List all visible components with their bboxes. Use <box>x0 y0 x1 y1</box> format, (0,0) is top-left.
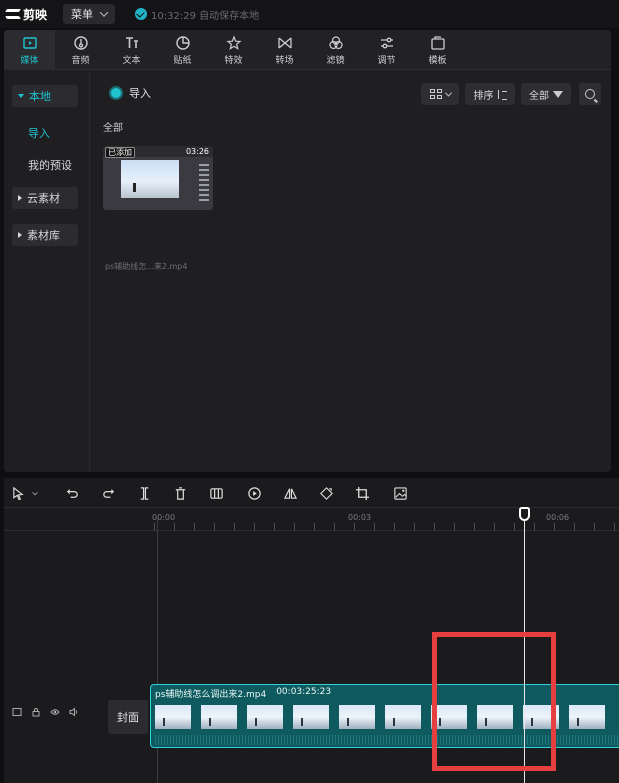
ruler-label-0: 00:00 <box>152 513 176 522</box>
filter-icon <box>328 35 344 51</box>
transition-icon <box>277 35 293 51</box>
media-content: 导入 排序 全部 全部 已添加 03:26 ps辅助线怎...来2.mp4 <box>91 71 611 472</box>
tab-transition[interactable]: 转场 <box>259 30 310 70</box>
tab-template[interactable]: 模板 <box>412 30 463 70</box>
undo-icon[interactable] <box>64 485 80 501</box>
adjust-icon <box>379 35 395 51</box>
category-tabbar: 媒体 音频 文本 贴纸 特效 转场 滤镜 调节 模板 <box>4 30 611 70</box>
app-name: 剪映 <box>23 7 48 22</box>
freeze-frame-icon[interactable] <box>208 485 224 501</box>
timeline-toolbar <box>4 478 619 508</box>
clip-frame <box>339 705 375 729</box>
text-icon <box>124 35 140 51</box>
clip-frame <box>385 705 421 729</box>
speaker-icon[interactable] <box>69 707 79 717</box>
sticker-icon <box>175 35 191 51</box>
template-icon <box>430 35 446 51</box>
thumbnail-sidebar <box>199 164 209 204</box>
tab-text[interactable]: 文本 <box>106 30 157 70</box>
split-icon[interactable] <box>136 485 152 501</box>
media-duration: 03:26 <box>185 147 209 156</box>
chevron-down-icon[interactable] <box>30 485 40 501</box>
tab-filter[interactable]: 滤镜 <box>310 30 361 70</box>
view-mode-button[interactable] <box>421 83 459 105</box>
caret-right-icon <box>18 232 22 238</box>
select-tool-icon[interactable] <box>10 485 26 501</box>
sort-icon <box>497 89 507 100</box>
clip-frame <box>293 705 329 729</box>
image-adjust-icon[interactable] <box>392 485 408 501</box>
play-reverse-icon[interactable] <box>246 485 262 501</box>
import-dot-icon <box>111 88 121 98</box>
ruler-label-6: 00:06 <box>546 513 570 522</box>
grid-view-icon <box>429 89 442 99</box>
section-label-all: 全部 <box>103 123 123 134</box>
media-thumbnail[interactable]: 已添加 03:26 <box>103 146 213 210</box>
audio-icon <box>73 35 89 51</box>
effects-icon <box>225 34 242 51</box>
autosave-text: 10:32:29 自动保存本地 <box>151 10 260 22</box>
media-icon <box>22 35 38 51</box>
capcut-logo-icon <box>6 8 20 20</box>
added-badge: 已添加 <box>105 147 135 158</box>
tab-media[interactable]: 媒体 <box>4 30 55 70</box>
funnel-icon <box>553 90 563 98</box>
mirror-icon[interactable] <box>282 485 298 501</box>
highlight-annotation <box>432 632 556 771</box>
clip-frame <box>201 705 237 729</box>
delete-icon[interactable] <box>172 485 188 501</box>
title-bar: 剪映 菜单 10:32:29 自动保存本地 <box>0 0 619 28</box>
media-filename: ps辅助线怎...来2.mp4 <box>105 262 188 271</box>
search-icon <box>585 89 595 99</box>
clip-frame <box>569 705 605 729</box>
ruler-label-3: 00:03 <box>348 513 372 522</box>
caret-right-icon <box>18 195 22 201</box>
tab-adjust[interactable]: 调节 <box>361 30 412 70</box>
clip-name: ps辅助线怎么调出来2.mp4 <box>155 690 267 700</box>
clip-header: ps辅助线怎么调出来2.mp4 00:03:25:23 <box>155 687 331 700</box>
track-cover-icon[interactable] <box>12 707 22 717</box>
tab-sticker[interactable]: 贴纸 <box>157 30 208 70</box>
tab-effects[interactable]: 特效 <box>208 30 259 70</box>
thumbnail-preview <box>121 160 179 198</box>
sidebar-item-import[interactable]: 导入 <box>28 125 50 141</box>
clip-frame <box>155 705 191 729</box>
app-logo: 剪映 <box>6 6 47 23</box>
sidebar-item-local[interactable]: 本地 <box>12 85 78 107</box>
import-button[interactable]: 导入 <box>111 85 151 101</box>
clip-frame <box>247 705 283 729</box>
menu-label: 菜单 <box>71 8 94 21</box>
search-button[interactable] <box>579 83 601 105</box>
filter-button[interactable]: 全部 <box>521 83 571 105</box>
media-panel: 媒体 音频 文本 贴纸 特效 转场 滤镜 调节 模板 本地 导入 我的预设 云素… <box>4 30 611 472</box>
sidebar-item-my-presets[interactable]: 我的预设 <box>28 157 72 173</box>
sort-button[interactable]: 排序 <box>465 83 515 105</box>
media-sidebar: 本地 导入 我的预设 云素材 素材库 <box>4 71 90 472</box>
clip-duration: 00:03:25:23 <box>276 687 332 697</box>
lock-icon[interactable] <box>31 707 41 717</box>
ruler-ticks <box>154 523 619 531</box>
sidebar-item-cloud[interactable]: 云素材 <box>12 187 78 209</box>
cover-button[interactable]: 封面 <box>108 700 148 734</box>
chevron-down-icon <box>99 8 109 17</box>
eye-icon[interactable] <box>50 707 60 717</box>
track-controls <box>12 707 79 717</box>
crop-icon[interactable] <box>354 485 370 501</box>
redo-icon[interactable] <box>100 485 116 501</box>
check-circle-icon <box>135 8 148 20</box>
sidebar-item-library[interactable]: 素材库 <box>12 224 78 246</box>
rotate-icon[interactable] <box>318 485 334 501</box>
chevron-down-icon <box>444 89 452 97</box>
menu-button[interactable]: 菜单 <box>63 4 116 24</box>
autosave-status: 10:32:29 自动保存本地 <box>135 7 259 22</box>
tab-audio[interactable]: 音频 <box>55 30 106 70</box>
playhead-handle[interactable] <box>519 507 530 521</box>
caret-down-icon <box>18 94 24 98</box>
